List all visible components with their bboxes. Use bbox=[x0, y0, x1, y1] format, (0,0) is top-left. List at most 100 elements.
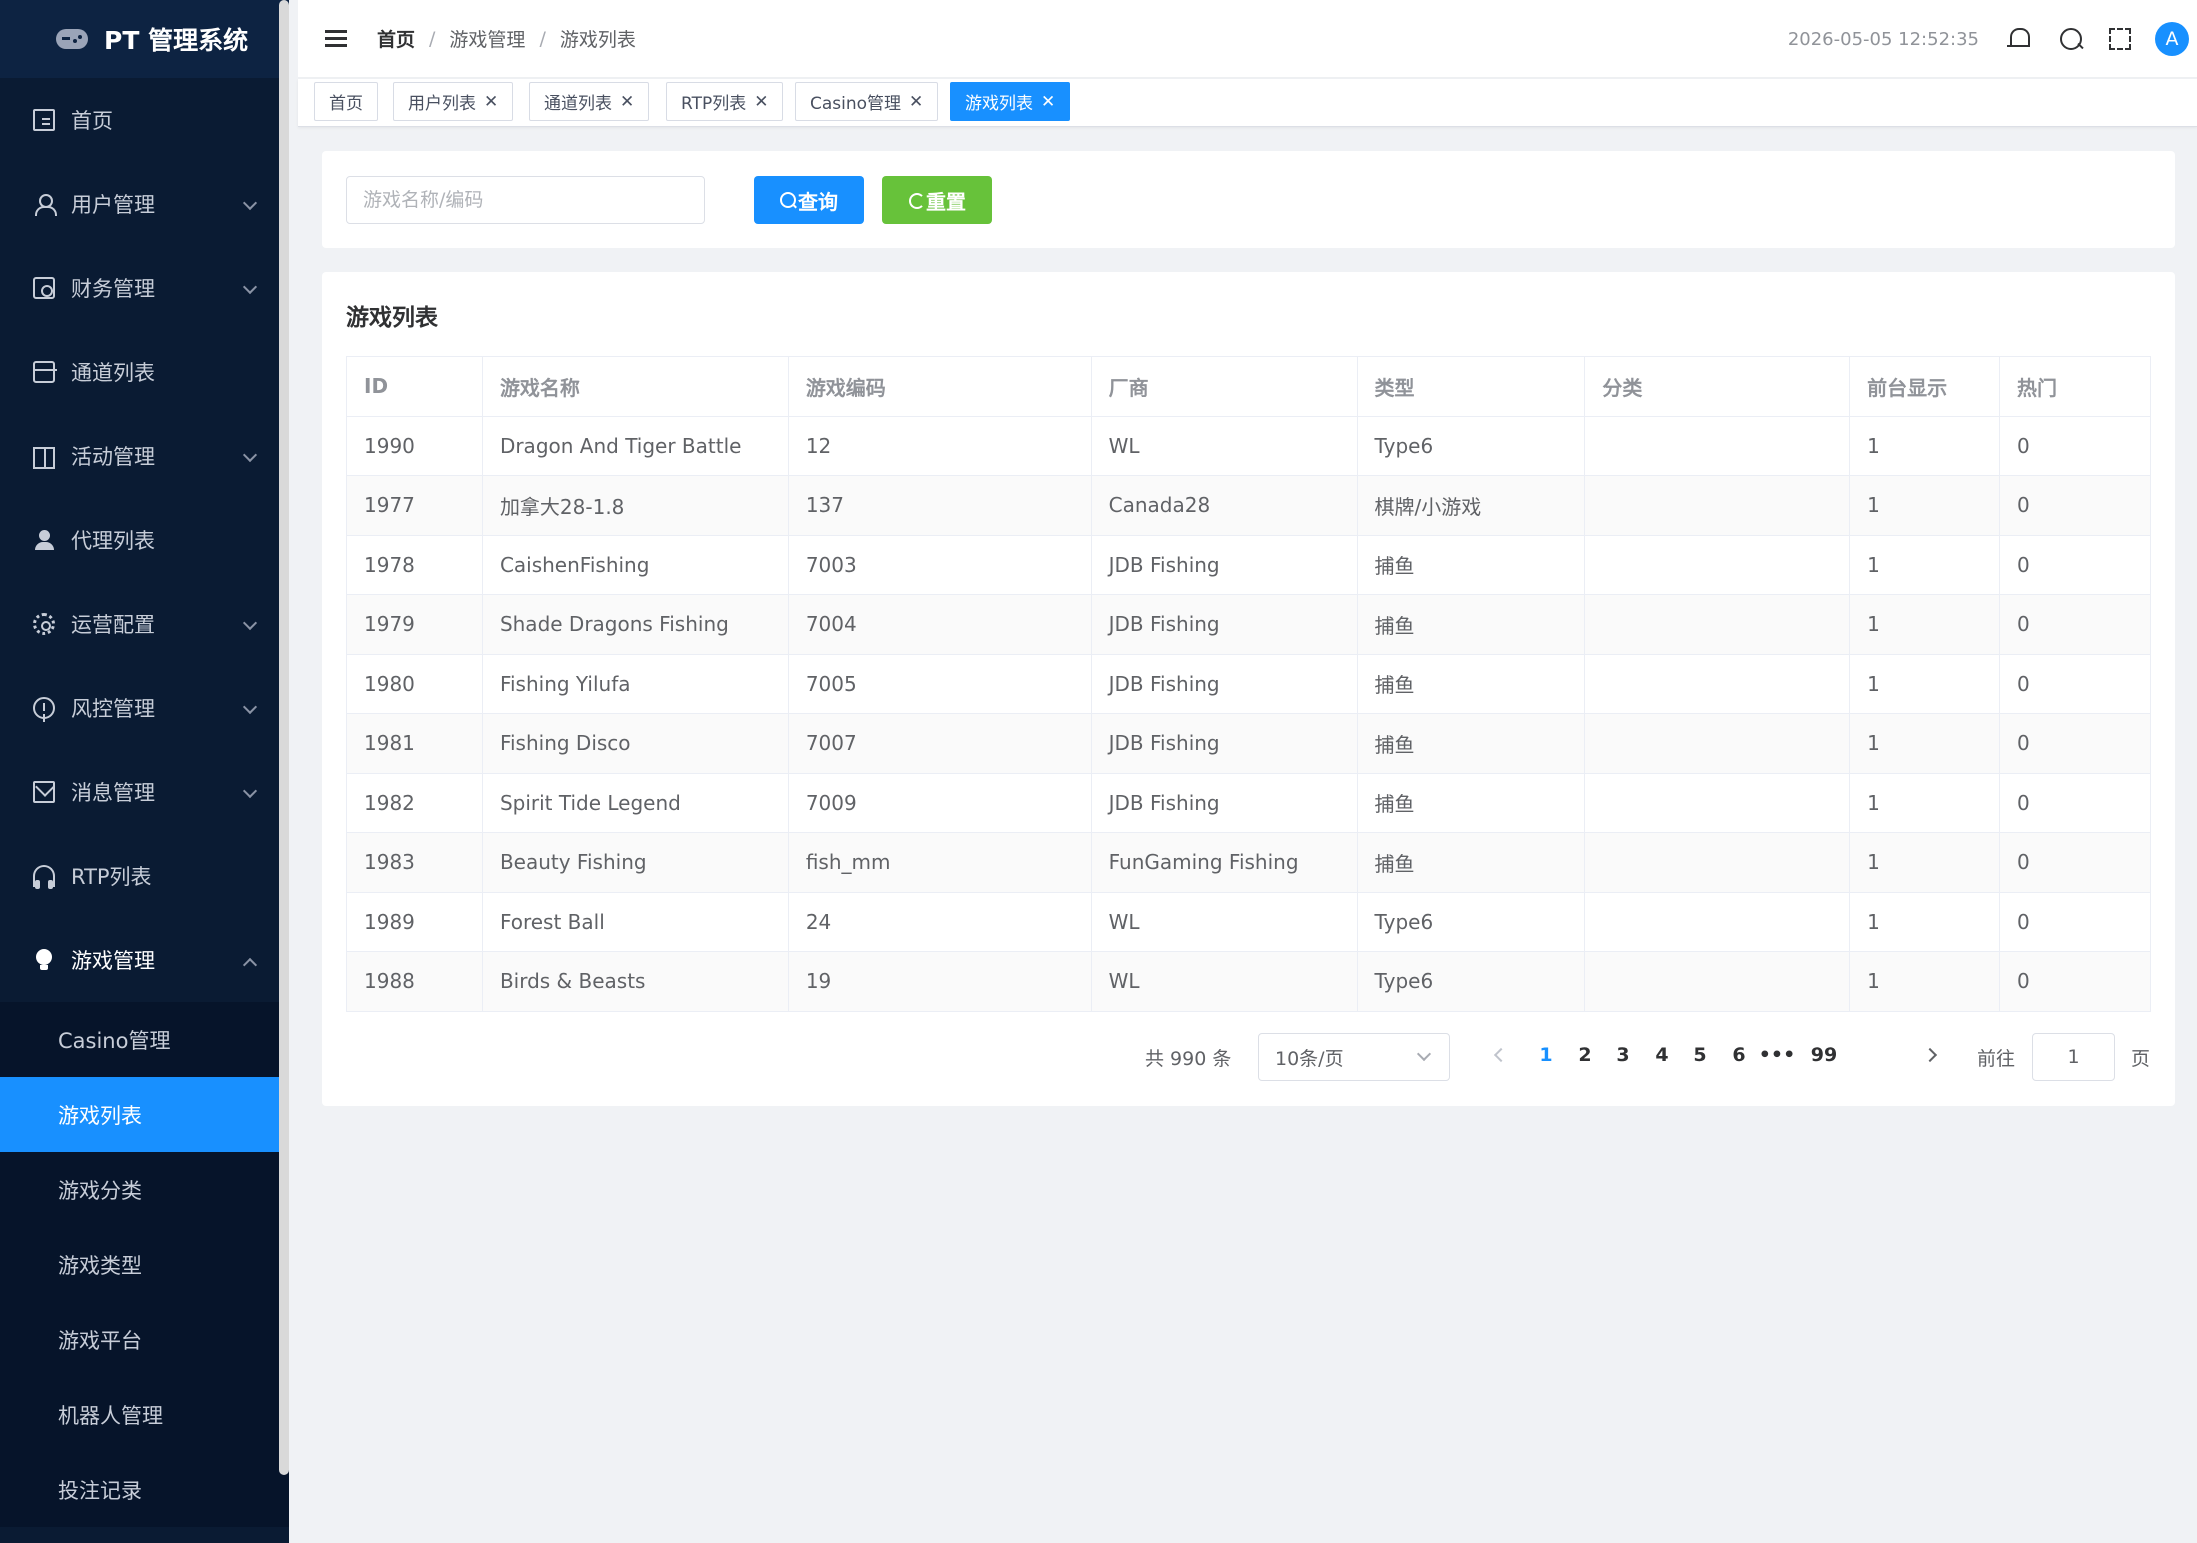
chevron-down-icon bbox=[242, 279, 258, 295]
table-cell bbox=[1584, 891, 1851, 952]
submenu-item-game-category[interactable]: 游戏分类 bbox=[0, 1152, 289, 1227]
game-search-input[interactable] bbox=[346, 176, 705, 224]
submenu-item-game-list[interactable]: 游戏列表 bbox=[0, 1077, 289, 1152]
page-number[interactable]: 6 bbox=[1719, 1044, 1759, 1066]
sidebar-item-agents[interactable]: 代理列表 bbox=[0, 498, 289, 582]
tag-channel-list[interactable]: 通道列表 ✕ bbox=[529, 82, 650, 121]
sidebar: PT 管理系统 首页 用户管理 财务管理 通道列表 活动管理 代理列表 运营配置… bbox=[0, 0, 289, 1543]
user-icon bbox=[33, 193, 57, 216]
chevron-down-icon bbox=[242, 195, 258, 211]
table-cell bbox=[1584, 475, 1851, 536]
tag-casino-management[interactable]: Casino管理 ✕ bbox=[795, 82, 939, 121]
table-row: 1980 Fishing Yilufa 7005 JDB Fishing 捕鱼 1 0 bbox=[346, 653, 2151, 714]
gift-icon bbox=[33, 447, 55, 469]
close-icon[interactable]: ✕ bbox=[620, 92, 634, 112]
page-number[interactable]: 5 bbox=[1680, 1044, 1720, 1066]
breadcrumb-separator: / bbox=[429, 27, 436, 50]
sidebar-item-game-management[interactable]: 游戏管理 bbox=[0, 918, 289, 1002]
tag-label: RTP列表 bbox=[681, 94, 747, 114]
table-cell: Forest Ball bbox=[481, 891, 789, 952]
avatar[interactable]: A bbox=[2155, 22, 2189, 56]
sidebar-item-rtp[interactable]: RTP列表 bbox=[0, 834, 289, 918]
sidebar-item-finance[interactable]: 财务管理 bbox=[0, 246, 289, 330]
query-button-label: 查询 bbox=[798, 189, 838, 214]
table-cell: Dragon And Tiger Battle bbox=[481, 415, 789, 476]
table-cell: Type6 bbox=[1356, 891, 1586, 952]
table-cell: JDB Fishing bbox=[1090, 772, 1358, 833]
tag-home[interactable]: 首页 bbox=[314, 82, 378, 121]
tag-rtp-list[interactable]: RTP列表 ✕ bbox=[666, 82, 784, 121]
tag-label: Casino管理 bbox=[810, 94, 902, 114]
hamburger-icon[interactable] bbox=[325, 29, 349, 48]
page-size-select[interactable]: 10条/页 bbox=[1258, 1033, 1450, 1081]
bell-icon[interactable] bbox=[2005, 25, 2033, 53]
next-page-icon[interactable] bbox=[1922, 1047, 1938, 1063]
table-row: 1989 Forest Ball 24 WL Type6 1 0 bbox=[346, 891, 2151, 952]
table-cell: 0 bbox=[1999, 832, 2151, 893]
sidebar-item-label: 用户管理 bbox=[71, 193, 155, 217]
pagination: 共 990 条 10条/页 1 2 3 4 5 6 ••• 99 前往 页 bbox=[322, 1033, 2175, 1081]
close-icon[interactable]: ✕ bbox=[909, 92, 923, 112]
breadcrumb-separator: / bbox=[539, 27, 546, 50]
sidebar-item-home[interactable]: 首页 bbox=[0, 78, 289, 162]
sidebar-item-label: 首页 bbox=[71, 109, 113, 133]
table-cell: 0 bbox=[1999, 475, 2151, 536]
sidebar-item-operations[interactable]: 运营配置 bbox=[0, 582, 289, 666]
sidebar-item-label: 通道列表 bbox=[71, 361, 155, 385]
table-cell: Fishing Disco bbox=[481, 713, 789, 774]
submenu-item-game-type[interactable]: 游戏类型 bbox=[0, 1227, 289, 1302]
page-number[interactable]: 3 bbox=[1603, 1044, 1643, 1066]
table-cell: 1 bbox=[1849, 832, 2001, 893]
table-cell: Type6 bbox=[1356, 415, 1586, 476]
close-icon[interactable]: ✕ bbox=[484, 92, 498, 112]
goto-label: 前往 bbox=[1977, 1048, 2016, 1070]
goto-page-input[interactable] bbox=[2032, 1033, 2115, 1081]
submenu-item-game-platform[interactable]: 游戏平台 bbox=[0, 1302, 289, 1377]
submenu-item-robot[interactable]: 机器人管理 bbox=[0, 1377, 289, 1452]
agent-icon bbox=[33, 529, 55, 551]
query-button[interactable]: 查询 bbox=[754, 176, 864, 224]
breadcrumb-home[interactable]: 首页 bbox=[377, 25, 415, 52]
submenu-item-casino[interactable]: Casino管理 bbox=[0, 1002, 289, 1077]
table-cell: 1980 bbox=[346, 653, 483, 714]
sidebar-item-channels[interactable]: 通道列表 bbox=[0, 330, 289, 414]
table-cell: 0 bbox=[1999, 951, 2151, 1012]
submenu-item-bet-records[interactable]: 投注记录 bbox=[0, 1452, 289, 1527]
page-number[interactable]: 99 bbox=[1804, 1044, 1844, 1066]
pagination-total: 共 990 条 bbox=[1145, 1048, 1232, 1070]
more-pages-icon[interactable]: ••• bbox=[1757, 1044, 1797, 1066]
table-cell: 1990 bbox=[346, 415, 483, 476]
gear-icon bbox=[33, 613, 55, 635]
search-icon[interactable] bbox=[2057, 25, 2085, 53]
sidebar-item-user-management[interactable]: 用户管理 bbox=[0, 162, 289, 246]
table-row: 1982 Spirit Tide Legend 7009 JDB Fishing 捕鱼 1… bbox=[346, 772, 2151, 833]
fullscreen-icon[interactable] bbox=[2109, 28, 2131, 50]
sidebar-item-risk-control[interactable]: 风控管理 bbox=[0, 666, 289, 750]
close-icon[interactable]: ✕ bbox=[1041, 92, 1055, 112]
column-header: ID bbox=[346, 356, 483, 417]
table-cell: 7007 bbox=[787, 713, 1092, 774]
tag-user-list[interactable]: 用户列表 ✕ bbox=[393, 82, 514, 121]
chevron-down-icon bbox=[242, 783, 258, 799]
page-number[interactable]: 1 bbox=[1526, 1044, 1566, 1066]
reset-button[interactable]: 重置 bbox=[882, 176, 992, 224]
table-cell: 0 bbox=[1999, 713, 2151, 774]
prev-page-icon[interactable] bbox=[1493, 1047, 1509, 1063]
page-number[interactable]: 4 bbox=[1642, 1044, 1682, 1066]
close-icon[interactable]: ✕ bbox=[754, 92, 768, 112]
table-cell: FunGaming Fishing bbox=[1090, 832, 1358, 893]
table-cell: CaishenFishing bbox=[481, 534, 789, 595]
table-cell: Fishing Yilufa bbox=[481, 653, 789, 714]
page-number[interactable]: 2 bbox=[1565, 1044, 1605, 1066]
sidebar-item-messages[interactable]: 消息管理 bbox=[0, 750, 289, 834]
sidebar-item-activities[interactable]: 活动管理 bbox=[0, 414, 289, 498]
table-cell: JDB Fishing bbox=[1090, 713, 1358, 774]
chevron-down-icon bbox=[242, 699, 258, 715]
sidebar-scrollbar[interactable] bbox=[279, 0, 289, 1475]
tag-game-list[interactable]: 游戏列表 ✕ bbox=[950, 82, 1071, 121]
column-header: 前台显示 bbox=[1849, 356, 2001, 417]
table-cell: Spirit Tide Legend bbox=[481, 772, 789, 833]
table-cell: 0 bbox=[1999, 772, 2151, 833]
table-cell: 捕鱼 bbox=[1356, 594, 1586, 655]
column-header: 分类 bbox=[1584, 356, 1851, 417]
